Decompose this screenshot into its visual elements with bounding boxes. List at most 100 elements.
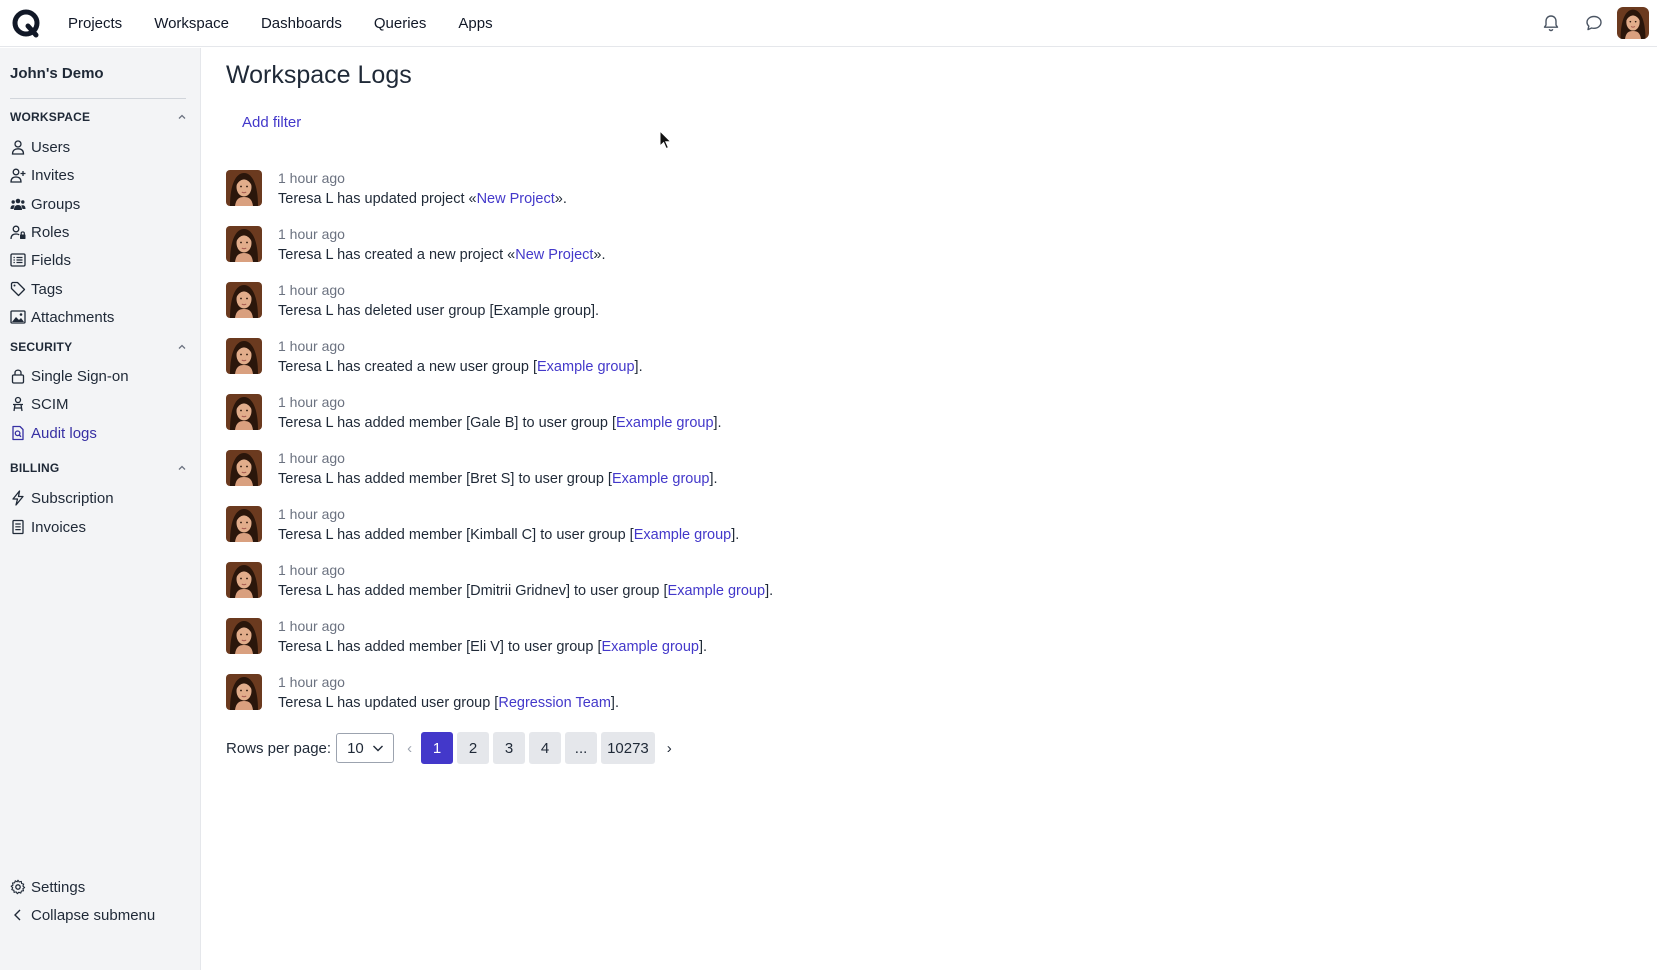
sidebar-item-invoices[interactable]: Invoices bbox=[10, 514, 190, 540]
sidebar-item-label: Collapse submenu bbox=[31, 906, 156, 924]
log-user-avatar[interactable] bbox=[226, 338, 262, 374]
log-target-link[interactable]: Regression Team bbox=[498, 695, 611, 711]
nav-workspace[interactable]: Workspace bbox=[138, 0, 245, 47]
avatar-portrait-icon bbox=[226, 450, 262, 486]
section-workspace-toggle[interactable]: WORKSPACE bbox=[10, 107, 188, 127]
log-message: Teresa L has added member [Kimball C] to… bbox=[278, 526, 739, 544]
next-page-button[interactable]: › bbox=[667, 740, 672, 757]
avatar-portrait-icon bbox=[226, 282, 262, 318]
section-billing-toggle[interactable]: BILLING bbox=[10, 458, 188, 478]
log-entry: 1 hour ago Teresa L has created a new pro… bbox=[226, 226, 1126, 282]
page-button[interactable]: 3 bbox=[493, 732, 526, 764]
users-icon bbox=[10, 198, 26, 210]
nav-dashboards[interactable]: Dashboards bbox=[245, 0, 358, 47]
user-avatar[interactable] bbox=[1617, 7, 1649, 39]
log-target-link[interactable]: New Project bbox=[515, 247, 593, 263]
log-user-avatar[interactable] bbox=[226, 170, 262, 206]
log-user-avatar[interactable] bbox=[226, 450, 262, 486]
app-logo-icon[interactable] bbox=[11, 8, 41, 38]
sidebar-item-subscription[interactable]: Subscription bbox=[10, 485, 190, 511]
avatar-portrait-icon bbox=[226, 618, 262, 654]
section-security-toggle[interactable]: SECURITY bbox=[10, 337, 188, 357]
page-button[interactable]: 2 bbox=[457, 732, 490, 764]
log-user-avatar[interactable] bbox=[226, 226, 262, 262]
sidebar-item-single-sign-on[interactable]: Single Sign-on bbox=[10, 363, 190, 389]
log-entry: 1 hour ago Teresa L has updated project «… bbox=[226, 170, 1126, 226]
log-message-text: Teresa L has created a new user group [ bbox=[278, 359, 538, 375]
page-button[interactable]: 10273 bbox=[601, 732, 655, 764]
section-billing-title: BILLING bbox=[10, 461, 60, 475]
log-timestamp: 1 hour ago bbox=[278, 170, 345, 186]
log-timestamp: 1 hour ago bbox=[278, 562, 345, 578]
sidebar-item-label: Users bbox=[31, 138, 71, 156]
log-target-link[interactable]: Example group bbox=[537, 359, 635, 375]
page-buttons: 1 2 3 4... 10273 bbox=[421, 732, 659, 764]
sidebar-item-audit-logs[interactable]: Audit logs bbox=[10, 420, 190, 446]
sidebar-item-scim[interactable]: SCIM bbox=[10, 391, 190, 417]
page-ellipsis[interactable]: ... bbox=[565, 732, 598, 764]
sidebar-item-users[interactable]: Users bbox=[10, 134, 190, 160]
log-message-suffix: ]. bbox=[713, 415, 722, 431]
nav-queries[interactable]: Queries bbox=[358, 0, 443, 47]
nav-projects[interactable]: Projects bbox=[51, 0, 138, 47]
sidebar-item-label: Subscription bbox=[31, 489, 114, 507]
log-user-avatar[interactable] bbox=[226, 618, 262, 654]
sidebar-item-attachments[interactable]: Attachments bbox=[10, 304, 190, 330]
log-message: Teresa L has added member [Gale B] to us… bbox=[278, 414, 722, 432]
log-target-link[interactable]: Example group bbox=[612, 471, 710, 487]
sidebar-item-label: Fields bbox=[31, 251, 72, 269]
section-workspace-title: WORKSPACE bbox=[10, 110, 91, 124]
page-button[interactable]: 4 bbox=[529, 732, 562, 764]
log-message-suffix: ]. bbox=[634, 359, 643, 375]
log-timestamp: 1 hour ago bbox=[278, 338, 345, 354]
audit-icon bbox=[12, 425, 24, 441]
scim-icon bbox=[13, 396, 23, 412]
log-target-link[interactable]: Example group bbox=[616, 415, 714, 431]
sidebar-item-settings[interactable]: Settings bbox=[10, 874, 190, 900]
collapse-submenu-button[interactable]: Collapse submenu bbox=[10, 902, 190, 928]
log-list: 1 hour ago Teresa L has updated project «… bbox=[226, 170, 1126, 730]
top-navigation-bar: Projects Workspace Dashboards Queries Ap… bbox=[0, 0, 1657, 47]
log-user-avatar[interactable] bbox=[226, 562, 262, 598]
log-user-avatar[interactable] bbox=[226, 394, 262, 430]
nav-apps[interactable]: Apps bbox=[442, 0, 508, 47]
log-message: Teresa L has deleted user group [Example… bbox=[278, 302, 599, 320]
gear-icon bbox=[10, 879, 26, 895]
sidebar-divider bbox=[10, 98, 186, 99]
log-target-link[interactable]: New Project bbox=[477, 191, 555, 207]
log-user-avatar[interactable] bbox=[226, 674, 262, 710]
log-target-link[interactable]: Example group bbox=[668, 583, 766, 599]
log-message-text: Teresa L has added member [Kimball C] to… bbox=[278, 527, 634, 543]
sidebar-item-label: Groups bbox=[31, 195, 81, 213]
log-target-link[interactable]: Example group bbox=[634, 527, 732, 543]
page-button[interactable]: 1 bbox=[421, 732, 454, 764]
mouse-cursor-icon bbox=[659, 130, 673, 150]
sidebar-item-roles[interactable]: Roles bbox=[10, 219, 190, 245]
log-message: Teresa L has added member [Eli V] to use… bbox=[278, 638, 707, 656]
log-message-text: Teresa L has created a new project « bbox=[278, 247, 516, 263]
log-message-text: Teresa L has updated project « bbox=[278, 191, 477, 207]
log-target-link[interactable]: Example group bbox=[601, 639, 699, 655]
previous-page-button[interactable]: ‹ bbox=[407, 740, 412, 757]
chevron-up-icon bbox=[178, 465, 186, 470]
log-user-avatar[interactable] bbox=[226, 506, 262, 542]
log-user-avatar[interactable] bbox=[226, 282, 262, 318]
sidebar-item-fields[interactable]: Fields bbox=[10, 247, 190, 273]
log-message-text: Teresa L has added member [Bret S] to us… bbox=[278, 471, 612, 487]
add-filter-button[interactable]: Add filter bbox=[242, 114, 301, 131]
user-icon bbox=[11, 140, 25, 155]
sidebar: John's Demo WORKSPACE Users Invites Grou… bbox=[0, 48, 201, 970]
log-entry: 1 hour ago Teresa L has added member [Bre… bbox=[226, 450, 1126, 506]
log-timestamp: 1 hour ago bbox=[278, 450, 345, 466]
log-entry: 1 hour ago Teresa L has deleted user grou… bbox=[226, 282, 1126, 338]
sidebar-item-tags[interactable]: Tags bbox=[10, 276, 190, 302]
bell-icon[interactable] bbox=[1541, 13, 1561, 33]
rows-per-page-select[interactable]: 10 bbox=[336, 733, 395, 763]
sidebar-item-groups[interactable]: Groups bbox=[10, 191, 190, 217]
avatar-portrait-icon bbox=[226, 506, 262, 542]
log-message-suffix: ]. bbox=[610, 695, 619, 711]
chat-icon[interactable] bbox=[1584, 13, 1604, 33]
log-timestamp: 1 hour ago bbox=[278, 674, 345, 690]
sidebar-item-invites[interactable]: Invites bbox=[10, 162, 190, 188]
sidebar-item-label: Roles bbox=[31, 223, 70, 241]
